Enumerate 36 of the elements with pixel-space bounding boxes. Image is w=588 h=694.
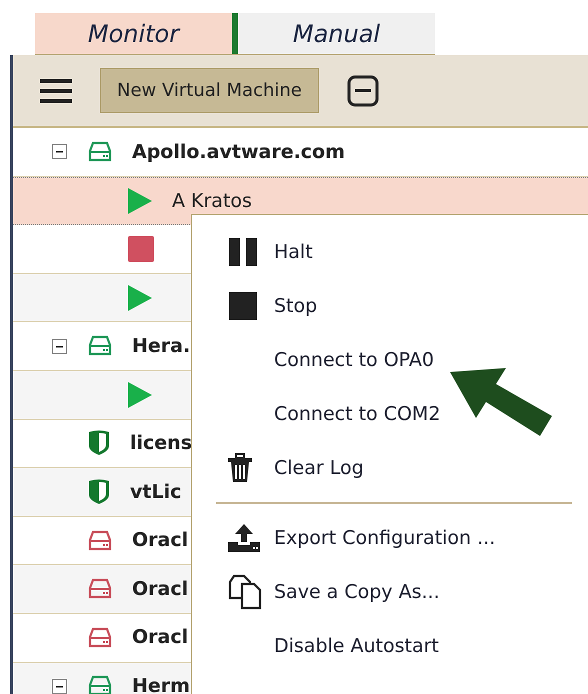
tree-label: Oracl <box>132 528 188 554</box>
tree-label: vtLic <box>130 480 182 505</box>
tree-label: A Kratos <box>172 188 252 214</box>
collapse-toggle-icon[interactable] <box>52 144 67 160</box>
stop-icon <box>128 236 154 262</box>
menu-item[interactable]: Connect to OPA0 <box>274 346 434 374</box>
play-icon <box>128 382 152 408</box>
tree-label: Apollo.avtware.com <box>132 140 345 165</box>
menu-item[interactable]: Export Configuration ... <box>274 524 496 552</box>
tree-label: Herm <box>132 674 190 694</box>
menu-item[interactable]: Save a Copy As... <box>274 578 440 606</box>
menu-item[interactable]: Disable Autostart <box>274 632 439 660</box>
upload-icon <box>228 524 260 552</box>
collapse-toggle-icon[interactable] <box>52 678 67 694</box>
tree-label: Oracl <box>132 625 188 650</box>
tab[interactable]: Manual <box>238 13 435 54</box>
stop-icon <box>228 291 258 321</box>
new-virtual-machine-button[interactable]: New Virtual Machine <box>100 68 319 113</box>
trash-icon <box>228 453 252 483</box>
copy-icon <box>228 574 262 610</box>
play-icon <box>128 188 152 214</box>
collapse-icon[interactable] <box>346 74 379 106</box>
play-icon <box>128 284 152 311</box>
tree-label: Oracl <box>132 576 188 602</box>
menu-item[interactable]: Clear Log <box>274 454 364 482</box>
shield-icon <box>88 430 110 456</box>
tab[interactable]: Monitor <box>35 13 238 54</box>
menu-item[interactable]: Halt <box>274 238 313 266</box>
menu-item[interactable]: Connect to COM2 <box>274 400 440 428</box>
tree-label: Hera. <box>132 334 190 359</box>
menu-icon[interactable] <box>40 78 72 102</box>
shield-icon <box>88 478 110 505</box>
tree-label: licens <box>130 431 192 456</box>
pause-icon <box>228 237 258 267</box>
collapse-toggle-icon[interactable] <box>52 338 67 354</box>
menu-item[interactable]: Stop <box>274 292 318 320</box>
